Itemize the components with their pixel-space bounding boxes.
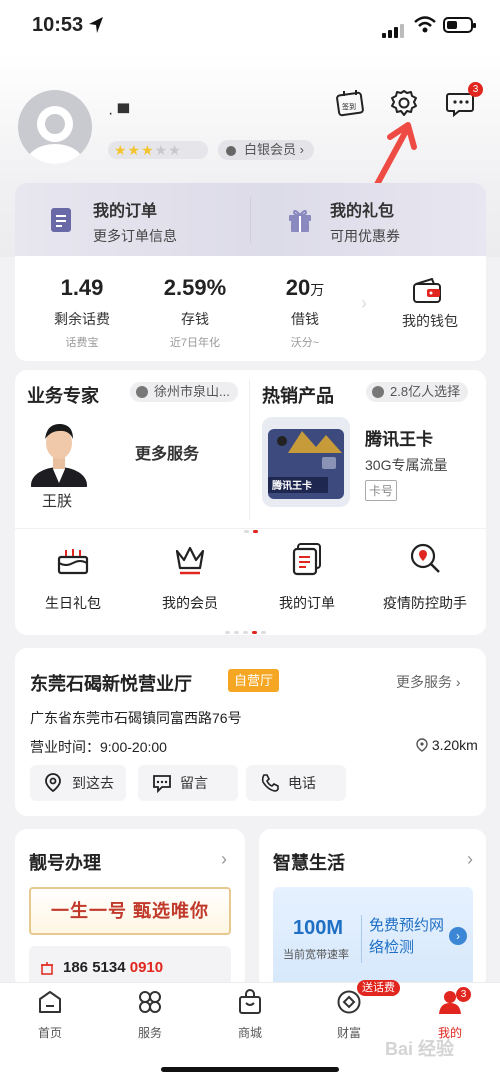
tab-mine[interactable]: 我的 3 <box>410 987 490 1041</box>
quick-epidemic-assistant[interactable]: 疫情防控助手 <box>370 542 480 613</box>
tab-home[interactable]: 首页 <box>10 989 90 1041</box>
store-distance: 3.20km <box>416 737 478 753</box>
tab-mall[interactable]: 商城 <box>210 989 290 1041</box>
svg-text:腾讯王卡: 腾讯王卡 <box>271 479 312 492</box>
call-button[interactable]: 电话 <box>246 765 346 801</box>
crown-icon <box>175 546 205 575</box>
checkin-label: 签到 <box>342 102 356 111</box>
status-bar: 10:53 <box>0 0 500 52</box>
avatar[interactable] <box>18 90 92 164</box>
store-address: 广东省东莞市石碣镇同富西路76号 <box>30 710 242 726</box>
expert-title: 业务专家 <box>27 386 99 406</box>
username: · ▀ <box>108 105 130 122</box>
checkin-calendar-icon[interactable]: 签到 <box>335 88 365 118</box>
member-level-button[interactable]: 白银会员 › <box>218 140 314 160</box>
store-card: 东莞石碣新悦营业厅 自营厅 更多服务 › 广东省东莞市石碣镇同富西路76号 营业… <box>15 648 486 816</box>
life-chevron-icon[interactable]: › <box>467 849 473 870</box>
services-grid-icon <box>139 991 161 1013</box>
fire-icon <box>372 386 384 398</box>
store-name[interactable]: 东莞石碣新悦营业厅 <box>30 670 192 696</box>
message-bubble-icon <box>153 775 171 793</box>
store-hours: 营业时间：9:00-20:00 <box>30 739 167 755</box>
status-time: 10:53 <box>32 14 84 36</box>
pin-icon <box>416 738 428 752</box>
tab-services[interactable]: 服务 <box>110 989 190 1041</box>
quick-birthday-gift[interactable]: 生日礼包 <box>18 542 128 613</box>
tab-wealth[interactable]: 财富 <box>309 989 389 1041</box>
shopping-bag-icon <box>239 989 261 1014</box>
home-icon <box>39 991 61 1013</box>
signal-icon <box>382 20 406 38</box>
orders-title: 我的订单 <box>93 203 158 220</box>
stat-loan[interactable]: 20万 借钱 沃分~ <box>255 275 355 350</box>
building-icon <box>41 962 53 975</box>
gift-icon <box>289 209 311 232</box>
orders-sub: 更多订单信息 <box>93 228 177 244</box>
navigate-pin-icon <box>45 773 61 793</box>
store-more-services[interactable]: 更多服务 › <box>396 672 461 692</box>
number-title[interactable]: 靓号办理 <box>29 849 101 875</box>
hot-chip: 2.8亿人选择 <box>366 382 469 402</box>
orders-icon <box>292 543 321 576</box>
expert-avatar[interactable] <box>29 417 89 487</box>
more-services-button[interactable]: 更多服务 <box>135 440 199 464</box>
gifts-sub: 可用优惠券 <box>330 228 400 244</box>
stat-balance[interactable]: 1.49 剩余话费 话费宝 <box>32 275 132 350</box>
quick-actions-dots <box>225 621 270 634</box>
promo-badge: 送话费 <box>357 980 400 996</box>
expert-hot-card: 业务专家 徐州市泉山... 王朕 更多服务 热销产品 2.8亿人选择 腾讯王卡 … <box>15 370 486 635</box>
broadband-banner[interactable]: 100M 当前宽带速率 免费预约网络检测 › <box>273 887 473 987</box>
location-icon <box>136 386 148 398</box>
product-sub: 30G专属流量 <box>365 457 448 473</box>
carousel-dots <box>244 520 262 533</box>
member-icon <box>226 145 236 156</box>
orders-wallet-card: 我的订单 更多订单信息 我的礼包 可用优惠券 1.49 剩余话费 话费宝 2.5… <box>15 183 486 361</box>
separator-chevron: › <box>361 293 367 313</box>
stat-savings[interactable]: 2.59% 存钱 近7日年化 <box>145 275 245 350</box>
cake-icon <box>57 549 89 575</box>
life-title[interactable]: 智慧生活 <box>273 849 345 875</box>
location-arrow-icon <box>89 17 103 33</box>
quick-my-orders[interactable]: 我的订单 <box>252 542 362 613</box>
leave-message-button[interactable]: 留言 <box>138 765 238 801</box>
wallet-icon <box>413 278 441 303</box>
location-chip[interactable]: 徐州市泉山... <box>130 382 238 402</box>
product-name[interactable]: 腾讯王卡 <box>365 425 433 450</box>
number-slogan-banner[interactable]: 一生一号 甄选唯你 <box>29 887 231 935</box>
message-badge: 3 <box>468 82 483 97</box>
product-tag: 卡号 <box>365 480 398 501</box>
navigate-button[interactable]: 到这去 <box>30 765 126 801</box>
product-card-image[interactable]: 腾讯王卡 <box>262 417 350 507</box>
hot-products-title: 热销产品 <box>262 386 334 406</box>
self-operated-tag: 自营厅 <box>228 669 280 692</box>
home-indicator <box>161 1067 339 1072</box>
quick-my-membership[interactable]: 我的会员 <box>135 542 245 613</box>
smart-life-card: 智慧生活 › 100M 当前宽带速率 免费预约网络检测 › <box>259 829 486 989</box>
number-chevron-icon[interactable]: › <box>221 849 227 870</box>
mine-badge: 3 <box>456 987 471 1002</box>
phone-icon <box>261 774 279 792</box>
wallet-label: 我的钱包 <box>402 313 458 329</box>
orders-doc-icon <box>51 208 71 232</box>
number-card: 靓号办理 › 一生一号 甄选唯你 186 5134 0910 <box>15 829 245 989</box>
battery-icon <box>443 17 476 33</box>
watermark: Bai 经验 <box>385 1039 455 1059</box>
expert-name: 王朕 <box>42 493 73 510</box>
star-rating: ★★★★★ <box>108 141 208 159</box>
messages-button[interactable]: 3 <box>446 82 483 118</box>
settings-gear-icon[interactable] <box>389 88 419 118</box>
location-search-icon <box>410 543 440 573</box>
gifts-title: 我的礼包 <box>330 203 395 220</box>
wifi-icon <box>414 16 436 33</box>
go-arrow-icon: › <box>449 927 467 945</box>
